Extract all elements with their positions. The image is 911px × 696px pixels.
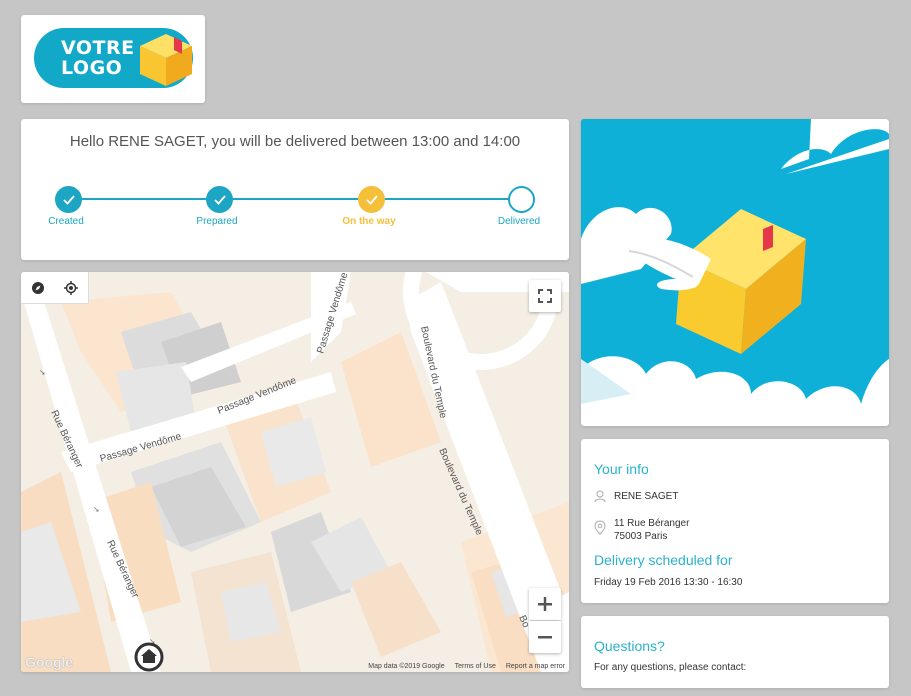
terms-link[interactable]: Terms of Use [455,663,496,670]
zoom-in-button[interactable] [529,588,561,620]
your-info-title: Your info [594,461,649,477]
logo-line2: LOGO [61,57,123,79]
fullscreen-button[interactable] [529,280,561,312]
svg-text:➘: ➘ [39,368,46,377]
locate-icon [64,280,79,295]
step-created-label: Created [48,216,84,227]
user-icon [594,490,606,502]
location-pin-icon [594,520,606,535]
step-created-check-icon [55,186,82,213]
map[interactable]: ➘ ➘ ➘ Rue Béranger Rue Béranger Passage … [21,272,569,672]
flying-package-icon [581,119,889,426]
logo-line1: VOTRE [61,37,135,59]
map-footer: Map data ©2019 Google Terms of Use Repor… [368,663,565,670]
map-data-text: Map data ©2019 Google [368,663,445,670]
zoom-out-icon [538,636,552,639]
greeting-text: Hello RENE SAGET, you will be delivered … [69,133,521,150]
delivery-time: Friday 19 Feb 2016 13:30 - 16:30 [594,577,743,588]
progress-line [68,198,521,200]
step-prepared-check-icon [206,186,233,213]
google-logo: Google [25,654,74,670]
questions-card: Questions? For any questions, please con… [581,616,889,688]
map-canvas[interactable]: ➘ ➘ ➘ Rue Béranger Rue Béranger Passage … [21,272,569,672]
logo-card: VOTRE LOGO [21,15,205,103]
map-toolbar [21,272,89,304]
report-link[interactable]: Report a map error [506,663,565,670]
questions-title: Questions? [594,638,665,654]
step-on-the-way-check-icon [358,186,385,213]
delivery-title: Delivery scheduled for [594,552,733,568]
questions-text: For any questions, please contact: [594,662,747,673]
locate-button[interactable] [55,272,89,303]
home-marker-icon[interactable] [134,642,164,672]
tracking-card: Hello RENE SAGET, you will be delivered … [21,119,569,260]
info-card: Your info RENE SAGET 11 Rue Béranger 750… [581,439,889,603]
step-prepared-label: Prepared [196,216,238,227]
svg-text:➘: ➘ [93,505,100,514]
package-icon [140,34,192,86]
fullscreen-icon [538,289,552,303]
address-line2: 75003 Paris [614,531,668,542]
compass-button[interactable] [21,272,55,303]
customer-name: RENE SAGET [614,491,679,502]
address-line1: 11 Rue Béranger [614,518,690,529]
step-on-the-way-label: On the way [342,216,396,227]
delivery-illustration [581,119,889,426]
compass-icon [31,281,44,294]
logo-text: VOTRE LOGO [61,37,135,79]
zoom-out-button[interactable] [529,621,561,653]
logo: VOTRE LOGO [34,28,193,88]
step-delivered-circle-icon [508,186,535,213]
zoom-in-icon [538,597,552,611]
step-delivered-label: Delivered [497,216,541,227]
